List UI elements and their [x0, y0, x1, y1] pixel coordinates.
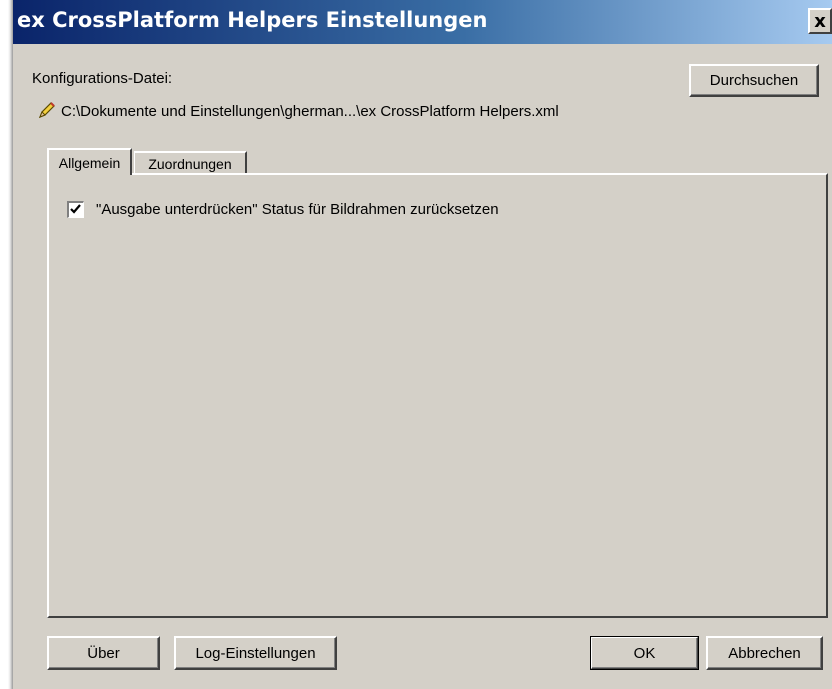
checkmark-icon	[70, 204, 81, 214]
title-bar[interactable]: ex CrossPlatform Helpers Einstellungen x	[13, 0, 832, 44]
browse-button[interactable]: Durchsuchen	[689, 64, 819, 97]
config-file-label: Konfigurations-Datei:	[32, 70, 173, 87]
close-button[interactable]: x	[808, 8, 832, 34]
tab-zuordnungen[interactable]: Zuordnungen	[134, 151, 247, 175]
log-settings-button[interactable]: Log-Einstellungen	[174, 636, 337, 670]
browse-button-label: Durchsuchen	[709, 72, 799, 89]
tab-allgemein[interactable]: Allgemein	[47, 148, 132, 175]
ok-button-label: OK	[633, 644, 656, 662]
log-settings-button-label: Log-Einstellungen	[195, 644, 316, 662]
window-title: ex CrossPlatform Helpers Einstellungen	[17, 8, 488, 32]
tab-panel-allgemein	[47, 173, 828, 618]
cancel-button[interactable]: Abbrechen	[706, 636, 823, 670]
window-shadow-edge	[0, 0, 13, 689]
tab-allgemein-label: Allgemein	[58, 154, 121, 171]
cancel-button-label: Abbrechen	[728, 644, 801, 662]
close-icon: x	[814, 10, 826, 32]
about-button[interactable]: Über	[47, 636, 160, 670]
config-file-path: C:\Dokumente und Einstellungen\gherman..…	[61, 103, 559, 120]
pencil-icon	[38, 102, 55, 119]
tab-zuordnungen-label: Zuordnungen	[148, 156, 232, 172]
about-button-label: Über	[87, 644, 120, 662]
reset-status-checkbox-label[interactable]: "Ausgabe unterdrücken" Status für Bildra…	[96, 201, 499, 218]
settings-dialog: ex CrossPlatform Helpers Einstellungen x…	[13, 0, 832, 689]
reset-status-checkbox[interactable]	[67, 201, 84, 218]
ok-button[interactable]: OK	[590, 636, 699, 670]
